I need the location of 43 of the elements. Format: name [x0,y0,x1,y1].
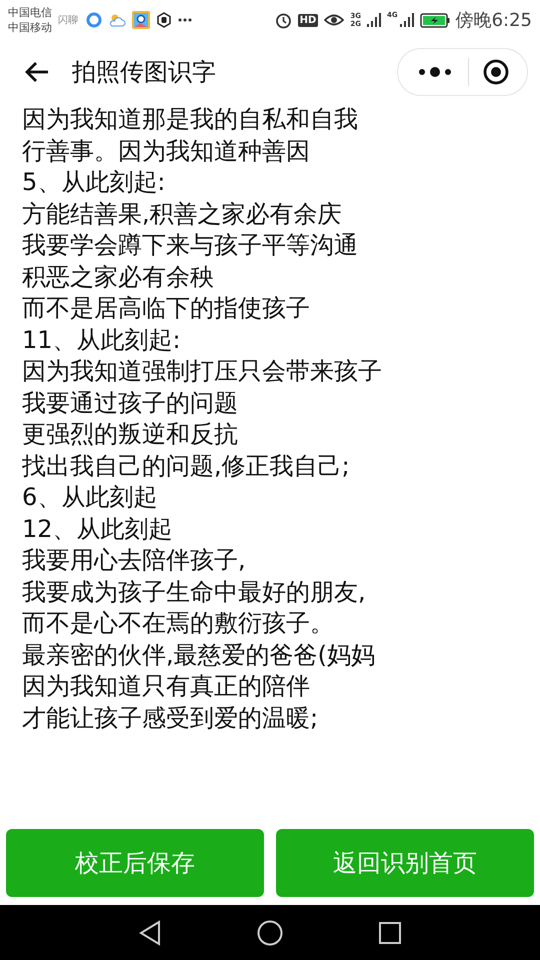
text-line: 我要用心去陪伴孩子, [22,545,247,576]
text-line: 而不是心不在焉的敷衍孩子。 [22,608,335,639]
text-line: 更强烈的叛逆和反抗 [22,419,239,450]
back-arrow-icon[interactable] [24,61,50,83]
more-icon [178,18,192,22]
text-line: 我要学会蹲下来与孩子平等沟通 [22,230,359,261]
carrier-name: 中国移动 [8,20,52,35]
page-title: 拍照传图识字 [72,57,217,88]
text-line: 6、从此刻起 [22,482,158,513]
text-line: 12、从此刻起 [22,514,174,544]
text-line: 我要成为孩子生命中最好的朋友, [22,576,367,608]
text-line: 因为我知道强制打压只会带来孩子 [22,356,383,387]
eye-icon [324,13,344,27]
action-button[interactable]: 返回识别首页 [276,829,534,897]
photo-search-icon [132,11,150,29]
battery-icon [420,12,450,28]
text-line: 才能让孩子感受到爱的温暖; [22,702,320,734]
signal-icon [400,12,414,28]
text-line: 行善事。因为我知道种善因 [22,136,311,166]
alarm-icon [274,12,292,28]
notification-label: 闪聊 [58,14,78,27]
circle-app-icon [86,12,102,28]
signal-icon [366,12,381,28]
text-line: 因为我知道那是我的自私和自我 [22,104,359,135]
text-line: 我要通过孩子的问题 [22,388,239,418]
text-line: 11、从此刻起: [22,324,182,356]
hd-badge: HD [298,14,318,26]
back-icon[interactable] [139,920,161,946]
action-button[interactable]: 校正后保存 [6,829,264,897]
text-line: 找出我自己的问题,修正我自己; [22,450,351,482]
carrier-name: 中国电信 [8,5,52,20]
text-line: 5、从此刻起: [22,167,166,198]
home-icon[interactable] [257,920,283,946]
text-line: 积恶之家必有余秧 [22,262,215,292]
clock-time: 傍晚6:25 [456,9,532,32]
recents-icon[interactable] [379,922,401,944]
weather-icon [108,12,126,28]
text-line: 方能结善果,积善之家必有余庆 [22,198,343,230]
more-icon[interactable] [416,66,454,78]
text-line: 因为我知道只有真正的陪伴 [22,671,311,702]
close-target-icon[interactable] [483,59,509,85]
text-line: 最亲密的伙伴,最慈爱的爸爸(妈妈 [22,640,376,670]
text-line: 而不是居高临下的指使孩子 [22,293,311,324]
